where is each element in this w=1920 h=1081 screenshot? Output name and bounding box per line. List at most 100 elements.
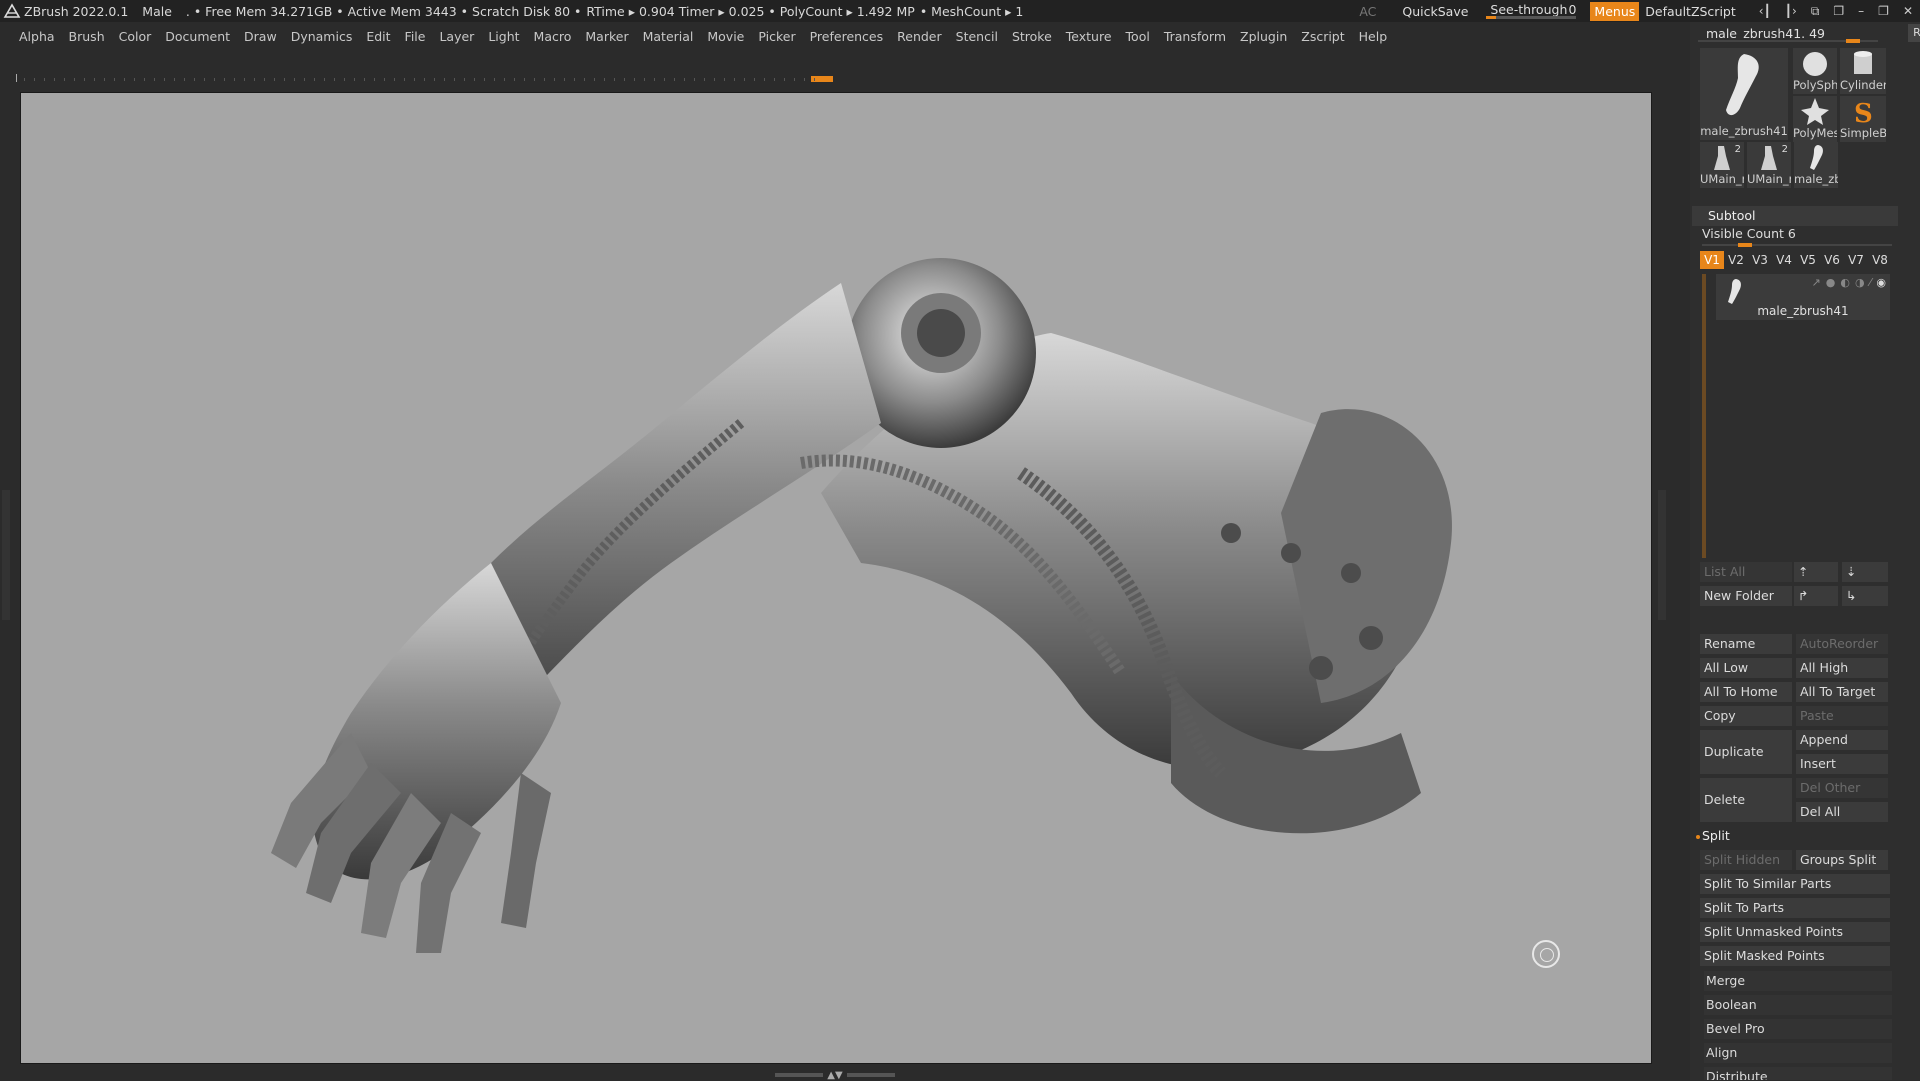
menu-render[interactable]: Render — [890, 29, 949, 44]
subtool-section-header[interactable]: Subtool — [1692, 206, 1898, 226]
paste-button[interactable]: Paste — [1796, 706, 1888, 726]
restore-icon[interactable]: ❐ — [1878, 4, 1889, 18]
groups-split-button[interactable]: Groups Split — [1796, 850, 1888, 870]
menu-preferences[interactable]: Preferences — [803, 29, 891, 44]
menu-document[interactable]: Document — [158, 29, 237, 44]
boolean-section[interactable]: Boolean — [1704, 995, 1892, 1015]
subtool-dynamesh-icon[interactable]: ◑ — [1855, 276, 1865, 289]
menu-color[interactable]: Color — [112, 29, 159, 44]
subtool-arrow-icon[interactable]: ↗ — [1812, 276, 1821, 289]
vtab-v5[interactable]: V5 — [1796, 251, 1820, 269]
split-to-similar-parts-button[interactable]: Split To Similar Parts — [1700, 874, 1890, 894]
rename-button[interactable]: Rename — [1700, 634, 1792, 654]
bevel-pro-section[interactable]: Bevel Pro — [1704, 1019, 1892, 1039]
merge-section[interactable]: Merge — [1704, 971, 1892, 991]
layout-left-icon[interactable]: ‹┃ — [1759, 4, 1771, 18]
tool-r-button[interactable]: R — [1908, 24, 1920, 42]
minimize-icon[interactable]: – — [1858, 4, 1864, 18]
menu-help[interactable]: Help — [1352, 29, 1395, 44]
split-masked-points-button[interactable]: Split Masked Points — [1700, 946, 1890, 966]
bottom-tray-grip[interactable]: ▲▼ — [770, 1070, 900, 1081]
menu-edit[interactable]: Edit — [359, 29, 397, 44]
vtab-v3[interactable]: V3 — [1748, 251, 1772, 269]
menu-movie[interactable]: Movie — [700, 29, 751, 44]
menu-picker[interactable]: Picker — [751, 29, 802, 44]
del-other-button[interactable]: Del Other — [1796, 778, 1888, 798]
append-button[interactable]: Append — [1796, 730, 1888, 750]
list-all-button[interactable]: List All — [1700, 562, 1792, 582]
vtab-v8[interactable]: V8 — [1868, 251, 1892, 269]
folder-return-icon[interactable]: ↳ — [1842, 586, 1888, 606]
current-tool-slider[interactable] — [1698, 39, 1878, 43]
tool-thumb-polysphere[interactable]: PolySph — [1793, 48, 1837, 94]
layout-right-icon[interactable]: ┃› — [1785, 4, 1797, 18]
tool-thumb-male-zb[interactable]: male_zb — [1794, 142, 1838, 188]
subtool-solo-icon[interactable]: ● — [1826, 276, 1836, 289]
copy-button[interactable]: Copy — [1700, 706, 1792, 726]
menu-stencil[interactable]: Stencil — [949, 29, 1005, 44]
subtool-brush-icon[interactable]: ⁄ — [1870, 276, 1872, 289]
subtool-list-scrollbar[interactable] — [1702, 274, 1706, 558]
vtab-v6[interactable]: V6 — [1820, 251, 1844, 269]
menu-alpha[interactable]: Alpha — [12, 29, 62, 44]
tool-thumb-umain-1[interactable]: UMain_r 2 — [1700, 142, 1744, 188]
quicksave-button[interactable]: QuickSave — [1402, 4, 1468, 19]
new-folder-button[interactable]: New Folder — [1700, 586, 1792, 606]
all-high-button[interactable]: All High — [1796, 658, 1888, 678]
default-zscript-button[interactable]: DefaultZScript — [1645, 4, 1736, 19]
menu-file[interactable]: File — [398, 29, 433, 44]
see-through-slider[interactable]: See-through 0 — [1486, 0, 1580, 22]
all-low-button[interactable]: All Low — [1700, 658, 1792, 678]
vtab-v4[interactable]: V4 — [1772, 251, 1796, 269]
align-section[interactable]: Align — [1704, 1043, 1892, 1063]
window-float-icon[interactable]: ❐ — [1833, 4, 1844, 18]
vtab-v2[interactable]: V2 — [1724, 251, 1748, 269]
menu-stroke[interactable]: Stroke — [1005, 29, 1059, 44]
menu-tool[interactable]: Tool — [1119, 29, 1157, 44]
subtool-item[interactable]: ↗ ● ◐ ◑ ⁄ ◉ male_zbrush41 — [1716, 274, 1890, 320]
insert-button[interactable]: Insert — [1796, 754, 1888, 774]
tool-thumb-simplebrush[interactable]: S SimpleB — [1840, 96, 1886, 142]
vtab-v7[interactable]: V7 — [1844, 251, 1868, 269]
tool-thumb-male-zbrush41[interactable]: male_zbrush41 — [1700, 48, 1788, 140]
menu-layer[interactable]: Layer — [432, 29, 481, 44]
subtool-eye-icon[interactable]: ◉ — [1876, 276, 1886, 289]
ac-toggle[interactable]: AC — [1359, 4, 1376, 19]
menu-brush[interactable]: Brush — [62, 29, 112, 44]
menu-texture[interactable]: Texture — [1059, 29, 1119, 44]
distribute-section[interactable]: Distribute — [1704, 1067, 1892, 1080]
canvas-viewport[interactable] — [20, 92, 1652, 1064]
menus-button[interactable]: Menus — [1590, 1, 1640, 21]
menu-zplugin[interactable]: Zplugin — [1233, 29, 1294, 44]
left-tray-grip[interactable] — [2, 490, 10, 620]
menu-material[interactable]: Material — [636, 29, 701, 44]
right-tray-grip[interactable] — [1658, 490, 1666, 620]
split-section-header[interactable]: Split — [1696, 828, 1730, 843]
all-to-target-button[interactable]: All To Target — [1796, 682, 1888, 702]
all-to-home-button[interactable]: All To Home — [1700, 682, 1792, 702]
menu-dynamics[interactable]: Dynamics — [284, 29, 360, 44]
menu-zscript[interactable]: Zscript — [1294, 29, 1351, 44]
tool-thumb-cylinder[interactable]: Cylinder — [1840, 48, 1886, 94]
folder-arrow-icon[interactable]: ↱ — [1794, 586, 1838, 606]
current-tool-header[interactable]: male_zbrush41. 49 R — [1698, 22, 1920, 44]
move-down-icon[interactable]: ⇣ — [1842, 562, 1888, 582]
timeline-strip[interactable] — [14, 74, 834, 82]
close-icon[interactable]: ✕ — [1903, 4, 1913, 18]
menu-macro[interactable]: Macro — [527, 29, 579, 44]
move-up-icon[interactable]: ⇡ — [1794, 562, 1838, 582]
menu-marker[interactable]: Marker — [578, 29, 635, 44]
auto-reorder-button[interactable]: AutoReorder — [1796, 634, 1888, 654]
split-hidden-button[interactable]: Split Hidden — [1700, 850, 1792, 870]
visible-count-slider[interactable] — [1702, 243, 1892, 247]
menu-light[interactable]: Light — [481, 29, 526, 44]
tool-thumb-umain-2[interactable]: UMain_r 2 — [1747, 142, 1791, 188]
menu-transform[interactable]: Transform — [1157, 29, 1233, 44]
menu-draw[interactable]: Draw — [237, 29, 284, 44]
window-tile-icon[interactable]: ⧉ — [1811, 4, 1820, 19]
subtool-poly-icon[interactable]: ◐ — [1840, 276, 1850, 289]
delete-button[interactable]: Delete — [1700, 778, 1792, 822]
tool-thumb-polymesh[interactable]: PolyMes — [1793, 96, 1837, 142]
split-to-parts-button[interactable]: Split To Parts — [1700, 898, 1890, 918]
split-unmasked-points-button[interactable]: Split Unmasked Points — [1700, 922, 1890, 942]
